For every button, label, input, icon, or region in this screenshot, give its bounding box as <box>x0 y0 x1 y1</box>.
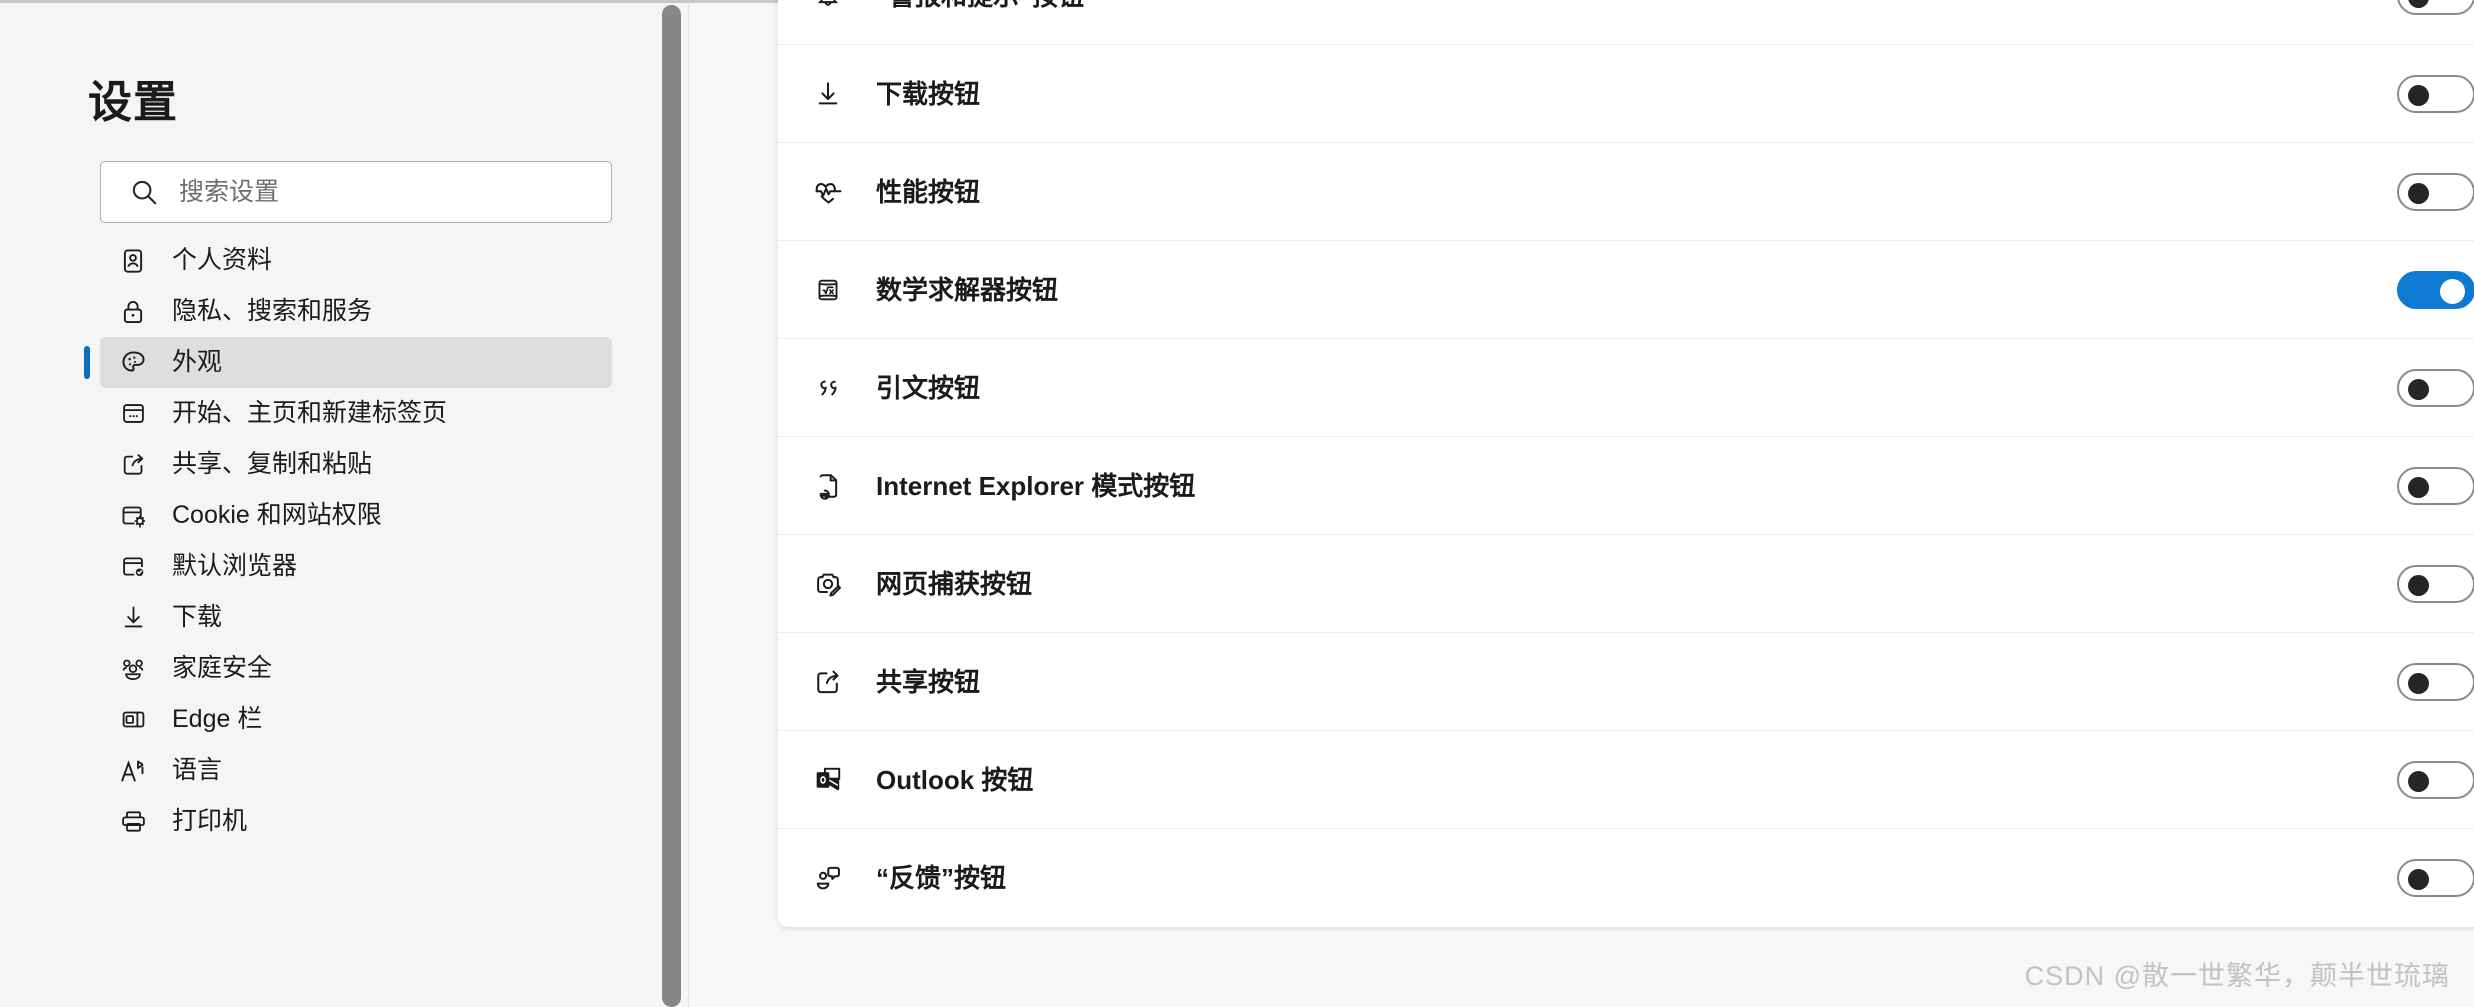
toggle-switch[interactable] <box>2397 0 2474 15</box>
table-row[interactable]: 引文按钮 <box>778 339 2474 437</box>
row-label: 数学求解器按钮 <box>876 274 1059 305</box>
sidebar-item-label: Edge 栏 <box>172 705 263 733</box>
sidebar-item-cookies-site-permissions[interactable]: Cookie 和网站权限 <box>100 490 612 541</box>
sidebar-item-start-home-newtab[interactable]: 开始、主页和新建标签页 <box>100 388 612 439</box>
settings-sidebar: 设置 搜索设置 个人资料 隐私、搜索和服务 外观 开始、主页和新建标签页 共享、… <box>0 3 662 1007</box>
heart-pulse-icon <box>810 174 846 210</box>
outlook-icon <box>810 762 846 798</box>
sidebar-item-edge-bar[interactable]: Edge 栏 <box>100 694 612 745</box>
toggle-knob <box>2440 278 2465 304</box>
sidebar-item-label: 语言 <box>172 756 223 784</box>
sidebar-item-default-browser[interactable]: 默认浏览器 <box>100 541 612 592</box>
bell-icon <box>810 0 846 14</box>
sidebar-item-label: 外观 <box>172 348 223 376</box>
edge-bar-icon <box>116 703 150 737</box>
toggle-knob <box>2408 378 2429 400</box>
toggle-switch[interactable] <box>2397 466 2474 505</box>
toggle-switch[interactable] <box>2397 368 2474 407</box>
search-input[interactable]: 搜索设置 <box>100 161 612 223</box>
toggle-switch[interactable] <box>2397 172 2474 211</box>
toggle-knob <box>2408 0 2429 8</box>
toggle-knob <box>2408 476 2429 498</box>
table-row[interactable]: 性能按钮 <box>778 143 2474 241</box>
selection-indicator <box>84 346 90 379</box>
row-label: 引文按钮 <box>876 372 981 403</box>
sidebar-item-label: 打印机 <box>172 807 248 835</box>
sidebar-item-downloads[interactable]: 下载 <box>100 592 612 643</box>
main-content: “警报和提示”按钮 下载按钮 性能按钮 <box>689 0 2474 1007</box>
sidebar-item-appearance[interactable]: 外观 <box>84 337 612 388</box>
toggle-switch[interactable] <box>2397 270 2474 309</box>
sidebar-item-label: 开始、主页和新建标签页 <box>172 399 448 427</box>
language-a-icon <box>116 754 150 788</box>
sidebar-item-family-safety[interactable]: 家庭安全 <box>100 643 612 694</box>
row-label: 共享按钮 <box>876 666 981 697</box>
table-row[interactable]: 网页捕获按钮 <box>778 535 2474 633</box>
toggle-switch[interactable] <box>2397 564 2474 603</box>
row-label: “反馈”按钮 <box>876 863 1007 893</box>
profile-icon <box>116 244 150 278</box>
sidebar-item-label: 默认浏览器 <box>172 552 298 580</box>
toolbar-buttons-card: “警报和提示”按钮 下载按钮 性能按钮 <box>778 0 2474 927</box>
toggle-knob <box>2408 770 2429 792</box>
toggle-switch[interactable] <box>2397 859 2474 897</box>
sidebar-item-label: 下载 <box>172 603 223 631</box>
ie-mode-icon <box>810 468 846 504</box>
row-label: 网页捕获按钮 <box>876 568 1033 599</box>
sidebar-item-share-copy-paste[interactable]: 共享、复制和粘贴 <box>100 439 612 490</box>
web-capture-icon <box>810 566 846 602</box>
toggle-knob <box>2408 672 2429 694</box>
download-arrow-icon <box>810 76 846 112</box>
toggle-knob <box>2408 84 2429 106</box>
lock-icon <box>116 295 150 329</box>
browser-window-icon <box>116 397 150 431</box>
table-row[interactable]: 下载按钮 <box>778 45 2474 143</box>
download-arrow-icon <box>116 601 150 635</box>
table-row[interactable]: 共享按钮 <box>778 633 2474 731</box>
sidebar-item-label: Cookie 和网站权限 <box>172 501 382 529</box>
sidebar-item-label: 个人资料 <box>172 246 273 274</box>
sidebar-item-label: 共享、复制和粘贴 <box>172 450 373 478</box>
toggle-knob <box>2408 182 2429 204</box>
sidebar-item-label: 家庭安全 <box>172 654 273 682</box>
sidebar-nav: 个人资料 隐私、搜索和服务 外观 开始、主页和新建标签页 共享、复制和粘贴 Co… <box>0 235 662 847</box>
search-placeholder: 搜索设置 <box>179 177 280 206</box>
share-page-icon <box>810 664 846 700</box>
sidebar-item-profile[interactable]: 个人资料 <box>100 235 612 286</box>
row-label: 性能按钮 <box>876 176 981 207</box>
quote-icon <box>810 370 846 406</box>
toggle-knob <box>2408 869 2429 890</box>
toggle-knob <box>2408 574 2429 596</box>
table-row[interactable]: “警报和提示”按钮 <box>778 0 2474 45</box>
toggle-switch[interactable] <box>2397 760 2474 799</box>
sidebar-item-privacy-search-services[interactable]: 隐私、搜索和服务 <box>100 286 612 337</box>
family-people-icon <box>116 652 150 686</box>
table-row[interactable]: “反馈”按钮 <box>778 829 2474 927</box>
palette-icon <box>116 346 150 380</box>
sidebar-item-label: 隐私、搜索和服务 <box>172 297 373 325</box>
search-icon <box>129 177 159 207</box>
table-row[interactable]: Internet Explorer 模式按钮 <box>778 437 2474 535</box>
row-label: Outlook 按钮 <box>876 764 1034 795</box>
sidebar-item-printers[interactable]: 打印机 <box>100 796 612 847</box>
row-label: “警报和提示”按钮 <box>876 0 2397 9</box>
cookie-settings-icon <box>116 499 150 533</box>
sidebar-scrollbar-thumb[interactable] <box>662 5 681 1007</box>
printer-icon <box>116 805 150 839</box>
row-label: 下载按钮 <box>876 78 981 109</box>
toggle-switch[interactable] <box>2397 662 2474 701</box>
toggle-switch[interactable] <box>2397 74 2474 113</box>
math-solver-icon <box>810 272 846 308</box>
default-browser-check-icon <box>116 550 150 584</box>
share-page-icon <box>116 448 150 482</box>
table-row[interactable]: 数学求解器按钮 <box>778 241 2474 339</box>
row-label: Internet Explorer 模式按钮 <box>876 470 1196 501</box>
feedback-icon <box>810 860 846 896</box>
table-row[interactable]: Outlook 按钮 <box>778 731 2474 829</box>
sidebar-item-languages[interactable]: 语言 <box>100 745 612 796</box>
page-title: 设置 <box>88 78 178 127</box>
watermark: CSDN @散一世繁华，颠半世琉璃 <box>2024 961 2450 991</box>
